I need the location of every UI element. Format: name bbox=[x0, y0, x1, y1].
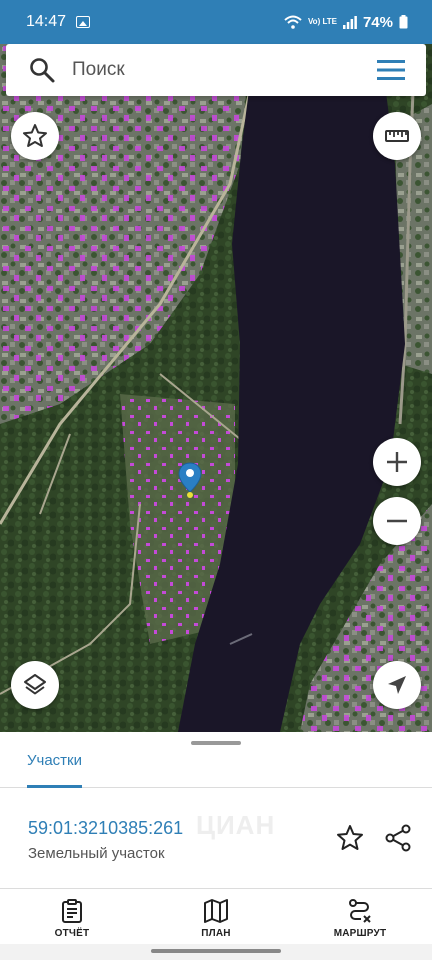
watermark-logo: ЦИАН bbox=[196, 810, 276, 840]
gesture-bar bbox=[0, 944, 432, 960]
map-imagery bbox=[0, 44, 432, 732]
status-indicators: Vo) LTE 74% bbox=[284, 14, 408, 31]
favorite-button[interactable] bbox=[11, 112, 59, 160]
parcel-cadastral-number[interactable]: 59:01:3210385:261 bbox=[28, 818, 183, 839]
nav-report[interactable]: ОТЧЁТ bbox=[0, 892, 144, 944]
gallery-notification-icon bbox=[76, 16, 91, 28]
bottom-navigation: ОТЧЁТ ПЛАН МАРШРУТ bbox=[0, 892, 432, 944]
layers-button[interactable] bbox=[11, 661, 59, 709]
wifi-icon bbox=[284, 15, 302, 29]
star-outline-icon bbox=[23, 124, 47, 147]
nav-plan-label: ПЛАН bbox=[201, 927, 231, 939]
ruler-icon bbox=[385, 130, 409, 142]
hamburger-menu-icon[interactable] bbox=[376, 59, 406, 81]
share-icon[interactable] bbox=[384, 824, 412, 852]
divider bbox=[0, 888, 432, 889]
search-bar bbox=[6, 44, 426, 96]
layers-icon bbox=[24, 674, 46, 695]
zoom-in-button[interactable] bbox=[373, 438, 421, 486]
nav-route[interactable]: МАРШРУТ bbox=[288, 892, 432, 944]
home-indicator[interactable] bbox=[151, 949, 281, 953]
ruler-button[interactable] bbox=[373, 112, 421, 160]
drag-handle[interactable] bbox=[191, 741, 241, 745]
star-outline-icon[interactable] bbox=[336, 824, 364, 852]
map-plan-icon bbox=[204, 898, 228, 923]
tab-bar: Участки bbox=[0, 746, 432, 788]
nav-plan[interactable]: ПЛАН bbox=[144, 892, 288, 944]
battery-icon bbox=[399, 15, 408, 29]
clipboard-report-icon bbox=[62, 898, 82, 923]
minus-icon bbox=[387, 519, 407, 523]
parcel-card[interactable]: 59:01:3210385:261 Земельный участок bbox=[28, 818, 183, 862]
route-icon bbox=[349, 898, 371, 923]
bottom-sheet: Участки 59:01:3210385:261 Земельный учас… bbox=[0, 732, 432, 960]
parcel-actions bbox=[336, 824, 412, 852]
status-time: 14:47 bbox=[26, 13, 67, 30]
zoom-out-button[interactable] bbox=[373, 497, 421, 545]
tab-parcels[interactable]: Участки bbox=[27, 752, 82, 788]
search-icon[interactable] bbox=[28, 56, 56, 84]
navigation-arrow-icon bbox=[388, 676, 406, 694]
location-pin-icon[interactable] bbox=[178, 462, 202, 498]
nav-route-label: МАРШРУТ bbox=[333, 927, 387, 939]
signal-icon bbox=[342, 15, 357, 29]
satellite-map[interactable] bbox=[0, 44, 432, 732]
parcel-type: Земельный участок bbox=[28, 845, 165, 862]
battery-percent: 74% bbox=[362, 13, 393, 31]
my-location-button[interactable] bbox=[373, 661, 421, 709]
search-input[interactable] bbox=[72, 59, 352, 81]
status-bar: 14:47 Vo) LTE 74% bbox=[0, 0, 432, 44]
plus-icon bbox=[387, 452, 407, 472]
nav-report-label: ОТЧЁТ bbox=[54, 927, 90, 939]
network-label: Vo) LTE bbox=[307, 17, 337, 26]
